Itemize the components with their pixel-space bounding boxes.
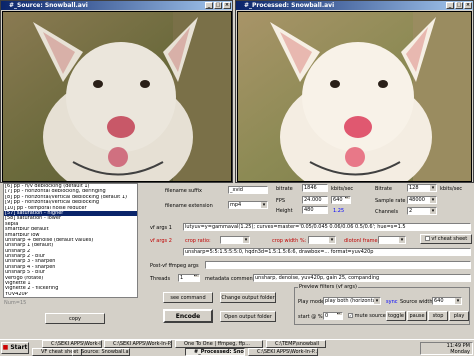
- play-mode-label: Play mode: [298, 299, 325, 305]
- processed-window: #_Processed: Snowball.avi _ □ ×: [235, 0, 474, 183]
- vf-cheat-label: vf cheat sheet: [431, 236, 468, 242]
- width-input[interactable]: 640: [331, 196, 351, 204]
- metadata-label: metadata comment: [205, 276, 255, 282]
- minimize-icon[interactable]: _: [205, 2, 213, 9]
- mute-source-checkbox[interactable]: ✓ mute source: [348, 313, 386, 319]
- sample-rate-label: Sample rate: [375, 198, 406, 204]
- audio-bitrate-label: Bitrate: [375, 186, 392, 192]
- taskbar: ■ Start C:\SEKI APPS\Work-In-P...C:\SEKI…: [0, 339, 474, 356]
- source-width-label: Source width: [400, 299, 433, 305]
- change-output-folder-button[interactable]: Change output folder: [220, 292, 276, 303]
- source-window: #_Source: Snowball.avi _ □ ×: [0, 0, 233, 183]
- height-label: Height: [276, 208, 293, 214]
- processed-dog-image: [238, 12, 471, 181]
- play-button[interactable]: play: [449, 311, 469, 321]
- post-args-label: Post-vf ffmpeg args: [150, 263, 199, 269]
- maximize-icon[interactable]: □: [455, 2, 463, 9]
- threads-label: Threads: [150, 276, 171, 282]
- windows-logo-icon: ■: [2, 344, 9, 351]
- taskbar-item[interactable]: C:\SEKI APPS\Work-In-P...: [104, 340, 172, 348]
- day: Monday: [450, 349, 470, 355]
- dlotonl-select[interactable]: [378, 236, 406, 244]
- metadata-input[interactable]: unsharp, denoise, yuv420p, gain 25, comp…: [253, 274, 471, 282]
- copy-button[interactable]: copy: [45, 313, 105, 324]
- channels-select[interactable]: 2: [407, 207, 437, 215]
- source-title: #_Source: Snowball.avi: [9, 2, 88, 9]
- fps-input[interactable]: 24.000: [302, 196, 328, 204]
- preview-group-label: Preview filters (vf args): [298, 284, 358, 290]
- sync-label: sync: [386, 299, 398, 305]
- bitrate-label: bitrate: [276, 186, 293, 192]
- filename-suffix-label: filename suffix: [165, 188, 202, 194]
- start-label: Start: [10, 344, 28, 351]
- bitrate-input[interactable]: 1846: [302, 184, 328, 192]
- vf-cheat-sheet-button[interactable]: vf cheat sheet: [420, 234, 472, 244]
- source-video: [2, 11, 232, 182]
- mute-label: mute source: [354, 313, 386, 319]
- source-width-select[interactable]: 640: [432, 297, 462, 305]
- dlotonl-label: dlotonl frame:: [344, 238, 380, 244]
- maximize-icon[interactable]: □: [214, 2, 222, 9]
- cheat-checkbox[interactable]: [424, 236, 430, 241]
- crop-width-select[interactable]: [308, 236, 336, 244]
- ratio-value: 1.25: [333, 208, 345, 214]
- post-args-input[interactable]: [205, 261, 471, 269]
- crop-ratio-select[interactable]: [220, 236, 250, 244]
- filter-list[interactable]: [6] pp - h/v deblocking (default 1) [7] p…: [3, 183, 138, 298]
- vf-args1-input[interactable]: lutyuv=y=gammaval(1.25); curves=master='…: [183, 223, 471, 231]
- vf-args2-label: vf args 2: [150, 238, 172, 244]
- pause-button[interactable]: pause: [407, 311, 427, 321]
- height-input[interactable]: 480: [302, 206, 328, 214]
- start-label: start @ %: [298, 314, 323, 320]
- processed-titlebar[interactable]: #_Processed: Snowball.avi _ □ ×: [236, 1, 473, 10]
- start-button[interactable]: ■ Start: [1, 342, 29, 354]
- vf-args1-label: vf args 1: [150, 225, 172, 231]
- filename-extension-label: filename extension: [165, 203, 213, 209]
- filename-suffix-input[interactable]: _xvid: [228, 186, 268, 194]
- channels-label: Channels: [375, 209, 399, 215]
- crop-ratio-label: crop ratio:: [185, 238, 211, 244]
- start-input[interactable]: 0: [323, 312, 343, 320]
- filename-extension-select[interactable]: mp4: [228, 201, 268, 209]
- toggle-button[interactable]: toggle: [386, 311, 406, 321]
- see-command-button[interactable]: see command: [163, 292, 213, 303]
- taskbar-item[interactable]: One To One | ffmpeg, ffp...: [175, 340, 263, 348]
- mute-check-icon: ✓: [348, 313, 353, 318]
- fps-label: FPS: [276, 198, 286, 204]
- source-dog-image: [3, 12, 231, 181]
- audio-bitrate-unit: kbits/sec: [440, 186, 463, 192]
- processed-title: #_Processed: Snowball.avi: [244, 2, 335, 9]
- filter-count: Num=15: [4, 300, 27, 306]
- sample-rate-select[interactable]: 48000: [407, 196, 437, 204]
- close-icon[interactable]: ×: [464, 2, 472, 9]
- bitrate-unit: kbits/sec: [331, 186, 354, 192]
- close-icon[interactable]: ×: [223, 2, 231, 9]
- taskbar-item[interactable]: C:\SEKI APPS\Work-In-P...: [42, 340, 102, 348]
- source-titlebar[interactable]: #_Source: Snowball.avi _ □ ×: [1, 1, 232, 10]
- open-output-folder-button[interactable]: Open output folder: [220, 311, 276, 322]
- system-tray: 11:49 PM Monday: [420, 342, 473, 355]
- play-mode-select[interactable]: play both (horizontal): [323, 297, 381, 305]
- audio-bitrate-select[interactable]: 128: [407, 184, 437, 192]
- processed-video: [237, 11, 472, 182]
- filter-list-item[interactable]: YUV420P: [4, 292, 137, 297]
- width-value: 640: [333, 197, 343, 203]
- taskbar-item[interactable]: C:\TEMP\snowball: [266, 340, 326, 348]
- vf-args3-input[interactable]: unsharp=5:5:1.5:5:5:0, hqdn3d=1.5:1.5:6:…: [183, 248, 471, 256]
- threads-input[interactable]: 1: [178, 274, 200, 282]
- encode-button[interactable]: Encode: [163, 309, 213, 323]
- crop-width-label: crop width %:: [272, 238, 307, 244]
- stop-button[interactable]: stop: [428, 311, 448, 321]
- minimize-icon[interactable]: _: [446, 2, 454, 9]
